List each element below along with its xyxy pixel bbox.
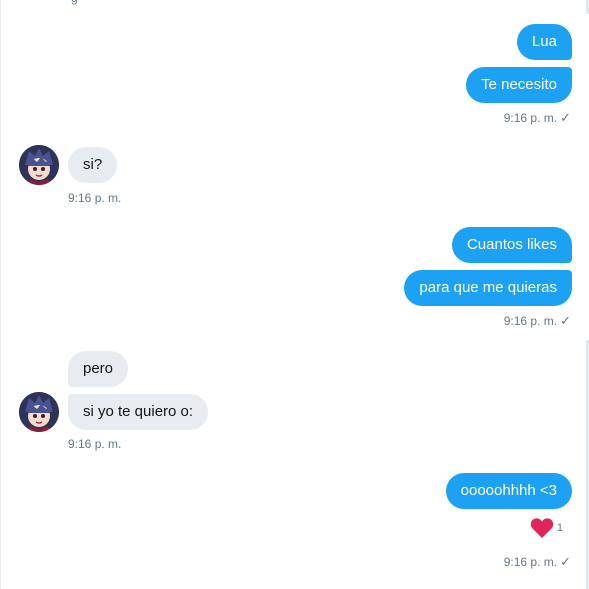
timestamp-text: 9:16 p. m. — [503, 314, 558, 328]
message-timestamp: 9:16 p. m. ✓ — [504, 313, 571, 329]
message-bubble-outgoing[interactable]: Cuantos likes — [451, 227, 572, 263]
message-bubble-incoming[interactable]: si? — [68, 147, 118, 183]
message-timestamp: 9:16 p. m. ✓ — [504, 110, 571, 126]
avatar[interactable] — [19, 145, 59, 185]
heart-icon — [530, 518, 554, 538]
message-timestamp: 9:16 p. m. — [68, 191, 122, 205]
message-timestamp: 9:16 p. m. — [68, 437, 122, 451]
read-check-icon: ✓ — [560, 110, 571, 125]
dm-conversation: g Lua Te necesito 9:16 p. m.✓ si? 9:16 p… — [0, 0, 589, 589]
message-bubble-outgoing[interactable]: ooooohhhh <3 — [445, 473, 572, 509]
timestamp-text: 9:16 p. m. — [503, 555, 558, 569]
avatar[interactable] — [19, 392, 59, 432]
message-bubble-incoming[interactable]: pero — [68, 351, 129, 387]
read-check-icon: ✓ — [560, 554, 571, 569]
timestamp-text: 9:16 p. m. — [503, 111, 558, 125]
message-reaction[interactable]: 1 — [530, 517, 563, 539]
read-check-icon: ✓ — [560, 313, 571, 328]
reaction-count: 1 — [556, 522, 563, 534]
cut-off-text: g — [71, 0, 78, 5]
message-bubble-outgoing[interactable]: Te necesito — [466, 67, 572, 103]
message-bubble-outgoing[interactable]: para que me quieras — [404, 270, 572, 306]
message-bubble-incoming[interactable]: si yo te quiero o: — [68, 394, 209, 430]
message-bubble-outgoing[interactable]: Lua — [516, 24, 572, 60]
message-timestamp: 9:16 p. m. ✓ — [504, 554, 571, 570]
